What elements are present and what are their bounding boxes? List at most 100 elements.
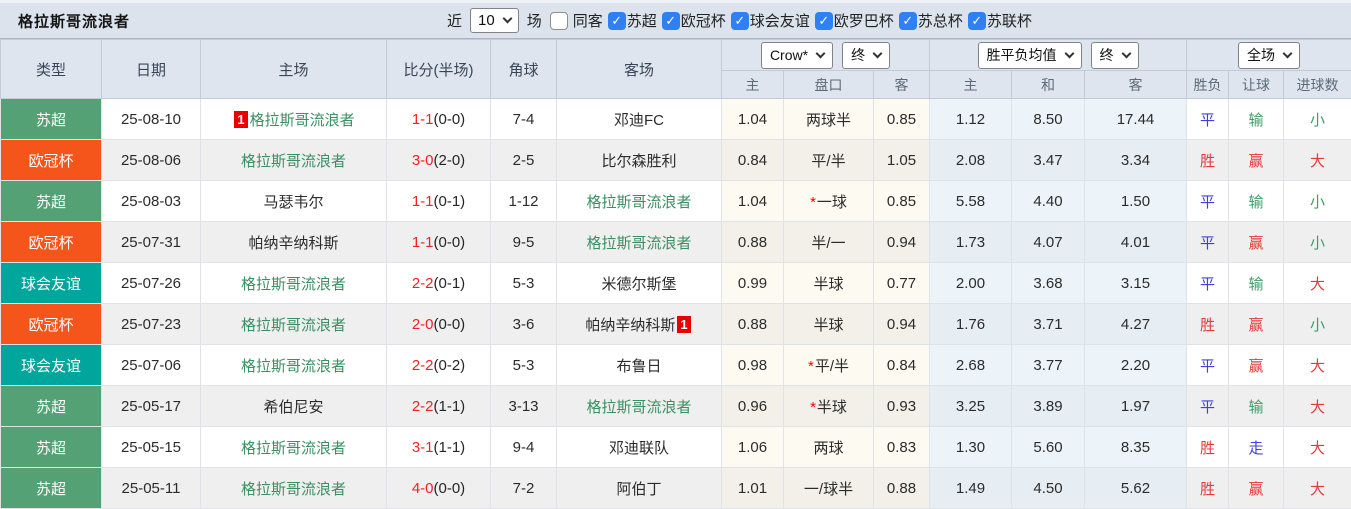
avg-draw-cell: 4.07 [1011, 221, 1085, 263]
goals-cell: 大 [1283, 139, 1351, 181]
odds-home-cell: 0.88 [721, 303, 784, 345]
odds-away-cell: 0.83 [873, 426, 930, 468]
period-group-header: 全场 [1186, 39, 1351, 71]
column-header-type: 类型 [0, 39, 102, 99]
handicap-cell: *半球 [783, 385, 874, 427]
avg-away-cell: 5.62 [1084, 467, 1187, 509]
recent-count-select[interactable]: 10 [470, 8, 519, 33]
league-checkbox[interactable]: ✓ [814, 11, 833, 30]
date-cell: 25-08-10 [101, 98, 201, 140]
league-checkbox[interactable]: ✓ [967, 11, 986, 30]
league-checkbox[interactable]: ✓ [661, 11, 680, 30]
avg-home-cell: 1.73 [929, 221, 1012, 263]
handicap-result-cell: 输 [1228, 262, 1284, 304]
avg-home-cell: 3.25 [929, 385, 1012, 427]
league-filter: ✓ 苏总杯 [898, 10, 963, 31]
table-row: 苏超 25-08-10 1 格拉斯哥流浪者 1-1(0-0) 7-4 邓迪FC 1.04 两球半… [0, 98, 1351, 140]
table-row: 球会友谊 25-07-06 格拉斯哥流浪者 2-2(0-2) 5-3 布鲁日 0.98 *平/… [0, 344, 1351, 386]
avg-away-cell: 8.35 [1084, 426, 1187, 468]
score-cell: 2-0(0-0) [386, 303, 491, 345]
avg-home-cell: 1.12 [929, 98, 1012, 140]
date-cell: 25-08-03 [101, 180, 201, 222]
goals-cell: 小 [1283, 221, 1351, 263]
date-cell: 25-07-06 [101, 344, 201, 386]
same-away-checkbox[interactable] [549, 11, 568, 30]
odds-home-cell: 1.04 [721, 98, 784, 140]
odds-away-cell: 0.85 [873, 98, 930, 140]
handicap-result-cell: 赢 [1228, 221, 1284, 263]
odds-away-cell: 1.05 [873, 139, 930, 181]
odds-away-cell: 0.94 [873, 303, 930, 345]
avg-select[interactable]: 胜平负均值 [977, 41, 1082, 69]
result-cell: 胜 [1186, 467, 1229, 509]
table-row: 苏超 25-08-03 马瑟韦尔 1-1(0-1) 1-12 格拉斯哥流浪者 1.04 *一球… [0, 180, 1351, 222]
avg-draw-cell: 3.71 [1011, 303, 1085, 345]
avg-time-select[interactable]: 终 [1090, 41, 1139, 69]
score-cell: 4-0(0-0) [386, 467, 491, 509]
period-select[interactable]: 全场 [1238, 41, 1300, 69]
table-row: 苏超 25-05-15 格拉斯哥流浪者 3-1(1-1) 9-4 邓迪联队 1.06 两球 0.… [0, 426, 1351, 468]
home-team-cell: 马瑟韦尔 [200, 180, 387, 222]
result-cell: 平 [1186, 344, 1229, 386]
handicap-result-cell: 赢 [1228, 303, 1284, 345]
filters: 近 10 场 同客 ✓ 苏超 ✓ 欧冠杯 ✓ 球会友谊 ✓ 欧罗巴杯 ✓ 苏总杯 ✓ 苏联杯 [447, 3, 1032, 38]
corner-cell: 5-3 [490, 262, 557, 304]
odds-time-select[interactable]: 终 [842, 41, 891, 69]
handicap-cell: *平/半 [783, 344, 874, 386]
avg-away-cell: 2.20 [1084, 344, 1187, 386]
avg-draw-cell: 5.60 [1011, 426, 1085, 468]
team-title: 格拉斯哥流浪者 [18, 13, 131, 30]
score-cell: 1-1(0-0) [386, 221, 491, 263]
away-team-cell: 格拉斯哥流浪者 [556, 385, 722, 427]
column-header-date: 日期 [101, 39, 201, 99]
avg-home-cell: 1.76 [929, 303, 1012, 345]
away-team-cell: 米德尔斯堡 [556, 262, 722, 304]
handicap-cell: 半/一 [783, 221, 874, 263]
avg-draw-cell: 3.68 [1011, 262, 1085, 304]
league-checkbox[interactable]: ✓ [898, 11, 917, 30]
league-badge: 球会友谊 [0, 344, 102, 386]
league-label: 欧冠杯 [680, 13, 726, 30]
column-header-avg-home: 主 [929, 70, 1012, 99]
league-checkbox[interactable]: ✓ [607, 11, 626, 30]
odds-company-select[interactable]: Crow* [760, 41, 834, 69]
league-filter: ✓ 苏联杯 [967, 10, 1032, 31]
result-cell: 平 [1186, 262, 1229, 304]
date-cell: 25-07-23 [101, 303, 201, 345]
date-cell: 25-05-15 [101, 426, 201, 468]
odds-away-cell: 0.84 [873, 344, 930, 386]
date-cell: 25-05-11 [101, 467, 201, 509]
column-header-handicap-result: 让球 [1228, 70, 1284, 99]
league-checkbox[interactable]: ✓ [730, 11, 749, 30]
table-row: 欧冠杯 25-07-23 格拉斯哥流浪者 2-0(0-0) 3-6 帕纳辛纳科斯 1 0.88… [0, 303, 1351, 345]
away-team-cell: 阿伯丁 [556, 467, 722, 509]
handicap-result-cell: 输 [1228, 180, 1284, 222]
column-header-away: 客场 [556, 39, 722, 99]
avg-draw-cell: 3.47 [1011, 139, 1085, 181]
avg-away-cell: 17.44 [1084, 98, 1187, 140]
filter-bar: 格拉斯哥流浪者 近 10 场 同客 ✓ 苏超 ✓ 欧冠杯 ✓ 球会友谊 ✓ 欧罗巴杯 ✓ 苏总杯 ✓… [0, 0, 1351, 39]
result-cell: 胜 [1186, 303, 1229, 345]
avg-draw-cell: 8.50 [1011, 98, 1085, 140]
column-header-home: 主场 [200, 39, 387, 99]
odds-home-cell: 1.04 [721, 180, 784, 222]
home-team-cell: 格拉斯哥流浪者 [200, 139, 387, 181]
same-away-label: 同客 [572, 13, 603, 30]
corner-cell: 9-4 [490, 426, 557, 468]
handicap-cell: 平/半 [783, 139, 874, 181]
chevron-down-icon [1064, 48, 1074, 58]
result-cell: 胜 [1186, 139, 1229, 181]
score-cell: 2-2(0-1) [386, 262, 491, 304]
avg-home-cell: 2.00 [929, 262, 1012, 304]
league-filter: ✓ 欧冠杯 [661, 10, 726, 31]
league-badge: 球会友谊 [0, 262, 102, 304]
avg-draw-cell: 4.40 [1011, 180, 1085, 222]
column-header-score: 比分(半场) [386, 39, 491, 99]
avg-home-cell: 1.49 [929, 467, 1012, 509]
league-badge: 欧冠杯 [0, 139, 102, 181]
league-label: 苏总杯 [917, 13, 963, 30]
goals-cell: 大 [1283, 344, 1351, 386]
column-header-corner: 角球 [490, 39, 557, 99]
corner-cell: 5-3 [490, 344, 557, 386]
odds-home-cell: 0.98 [721, 344, 784, 386]
